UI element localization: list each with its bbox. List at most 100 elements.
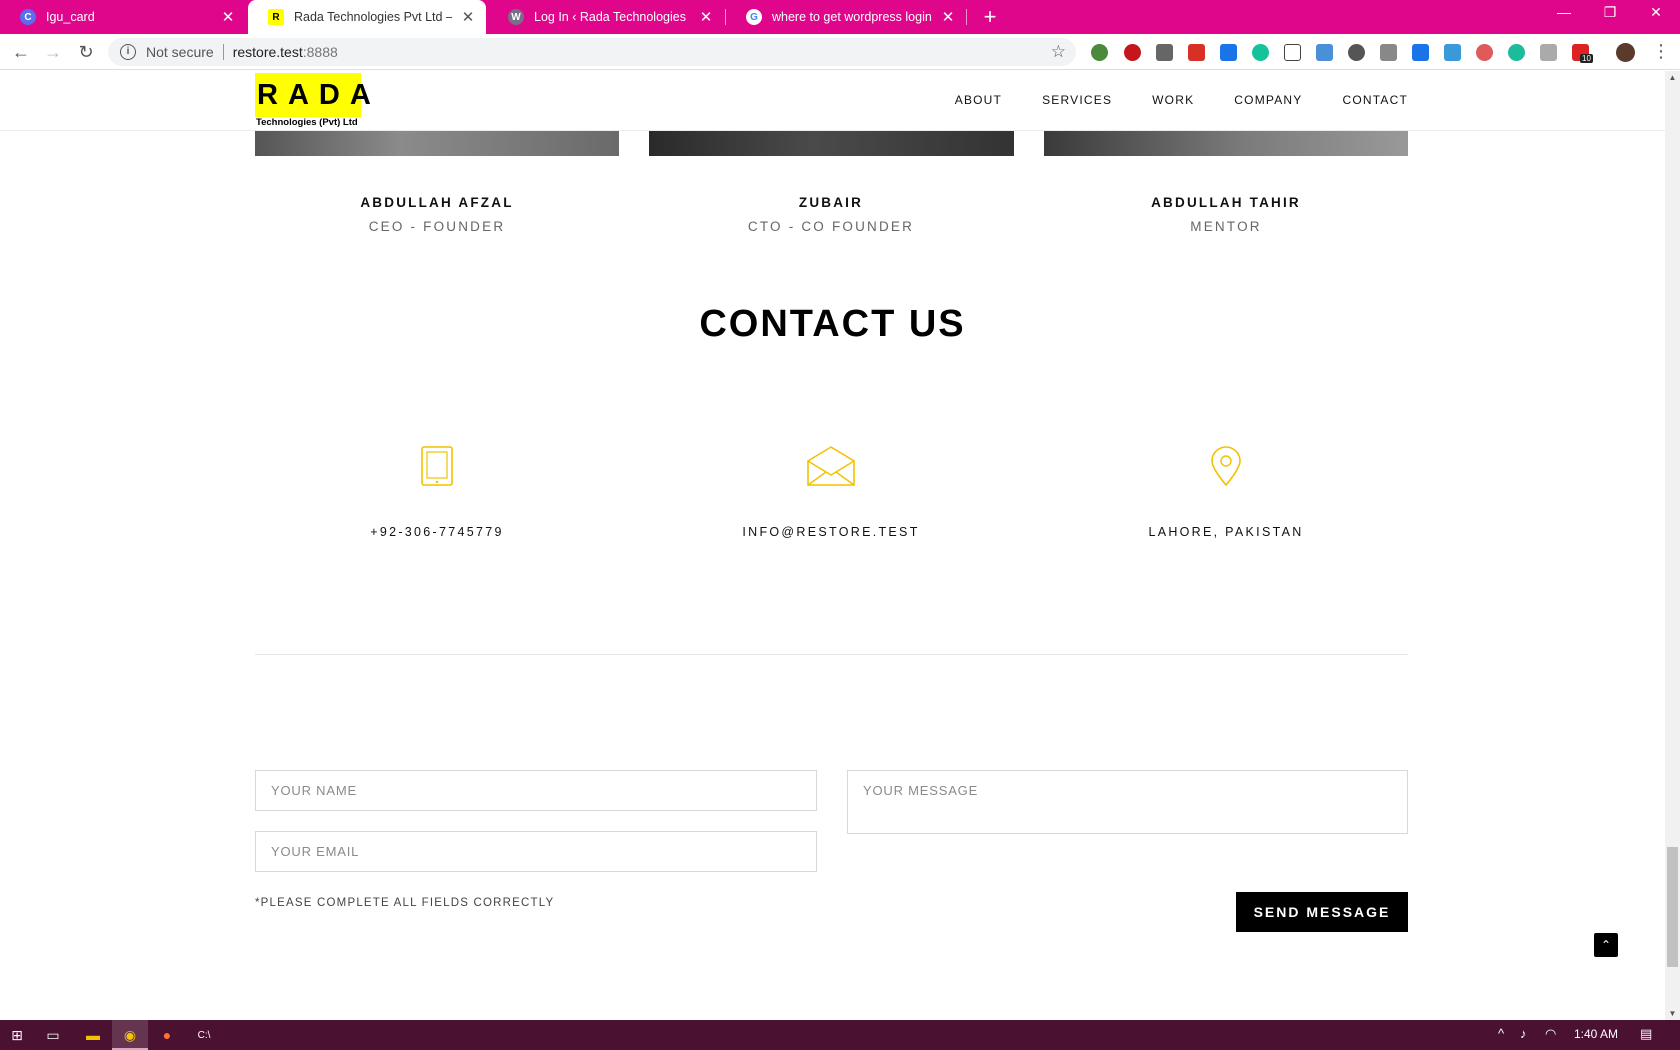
extension-badge-icon[interactable]	[1476, 44, 1493, 61]
map-pin-icon	[1044, 445, 1408, 487]
team-member: ABDULLAH TAHIR MENTOR	[1044, 195, 1408, 234]
window-resizer-icon[interactable]	[1444, 44, 1461, 61]
adblock-icon[interactable]	[1124, 44, 1141, 61]
c-circle-icon: C	[20, 9, 36, 25]
email-field[interactable]	[255, 831, 817, 872]
extension-k-icon[interactable]	[1540, 44, 1557, 61]
chevron-up-icon: ⌃	[1600, 938, 1612, 952]
team-photo	[649, 131, 1014, 156]
reload-button[interactable]: ↻	[75, 41, 97, 63]
member-name: ZUBAIR	[798, 195, 864, 210]
window-close-button[interactable]: ✕	[1636, 4, 1676, 21]
close-icon[interactable]: ✕	[220, 8, 236, 26]
download-icon[interactable]	[1412, 44, 1429, 61]
extension-globe-icon[interactable]	[1091, 44, 1108, 61]
scrollbar-thumb[interactable]	[1667, 847, 1678, 967]
forward-button[interactable]: →	[42, 41, 64, 63]
contact-phone: +92-306-7745779	[255, 445, 619, 539]
extension-count-badge: 10	[1580, 54, 1593, 63]
windows-start-icon[interactable]: ⊞	[6, 1025, 28, 1045]
section-divider	[255, 654, 1408, 655]
close-icon[interactable]: ✕	[940, 8, 956, 26]
address-bar[interactable]: i Not secure restore.test:8888 ☆	[108, 38, 1076, 66]
firefox-icon[interactable]: ●	[156, 1025, 178, 1045]
browser-tab-active[interactable]: R Rada Technologies Pvt Ltd – Auto ✕	[248, 0, 486, 34]
task-view-icon[interactable]: ▭	[42, 1025, 64, 1045]
logo-mark: RADA	[255, 73, 371, 117]
back-to-top-button[interactable]: ⌃	[1594, 933, 1618, 957]
browser-tab[interactable]: C Igu_card ✕	[0, 0, 246, 34]
team-member: ABDULLAH AFZAL CEO - FOUNDER	[255, 195, 619, 234]
browser-tab-strip: C Igu_card ✕ R Rada Technologies Pvt Ltd…	[0, 0, 1680, 34]
taskbar: ⊞ ▭ ▬ ◉ ● C:\ ^ ♪ ◠ 1:40 AM ▤	[0, 1020, 1680, 1050]
extension-shield-icon[interactable]	[1156, 44, 1173, 61]
site-header: RADA Technologies (Pvt) Ltd ABOUT SERVIC…	[0, 71, 1665, 131]
new-tab-button[interactable]: +	[978, 4, 1002, 30]
menu-icon[interactable]: ⋮	[1652, 40, 1670, 62]
team-photo	[255, 131, 619, 156]
restore-button[interactable]: ❐	[1590, 4, 1630, 21]
browser-tab[interactable]: W Log In ‹ Rada Technologies Pvt Lt ✕	[488, 0, 724, 34]
envelope-icon	[649, 445, 1013, 487]
tab-title: where to get wordpress login pa	[772, 10, 932, 24]
extension-p-icon[interactable]	[1220, 44, 1237, 61]
notifications-icon[interactable]: ▤	[1640, 1026, 1652, 1042]
send-message-button[interactable]: SEND MESSAGE	[1236, 892, 1408, 932]
site-logo[interactable]: RADA Technologies (Pvt) Ltd	[255, 73, 371, 129]
wifi-icon[interactable]: ◠	[1545, 1026, 1556, 1042]
contact-location: LAHORE, PAKISTAN	[1044, 445, 1408, 539]
r-logo-icon: R	[268, 9, 284, 25]
avatar[interactable]	[1616, 43, 1635, 62]
tray-chevron-icon[interactable]: ^	[1498, 1026, 1504, 1041]
browser-toolbar: ← → ↻ i Not secure restore.test:8888 ☆ 1…	[0, 34, 1680, 70]
nav-about[interactable]: ABOUT	[955, 93, 1002, 107]
file-explorer-icon[interactable]: ▬	[82, 1025, 104, 1045]
font-finder-icon[interactable]	[1284, 44, 1301, 61]
close-icon[interactable]: ✕	[698, 8, 714, 26]
scroll-up-arrow[interactable]: ▲	[1665, 73, 1680, 82]
gmail-icon[interactable]	[1188, 44, 1205, 61]
section-title: CONTACT US	[699, 303, 966, 345]
taskbar-clock[interactable]: 1:40 AM	[1574, 1027, 1618, 1041]
page-viewport: RADA Technologies (Pvt) Ltd ABOUT SERVIC…	[0, 71, 1665, 1020]
member-role: MENTOR	[1190, 219, 1262, 234]
tab-title: Igu_card	[46, 10, 95, 24]
nav-services[interactable]: SERVICES	[1042, 93, 1112, 107]
member-name: ABDULLAH TAHIR	[1151, 195, 1301, 210]
url-host: restore.test	[232, 44, 303, 60]
phone-value: +92-306-7745779	[370, 525, 504, 539]
scroll-down-arrow[interactable]: ▼	[1665, 1009, 1680, 1018]
site-nav: ABOUT SERVICES WORK COMPANY CONTACT	[955, 93, 1408, 107]
wordpress-ext-icon[interactable]	[1348, 44, 1365, 61]
nav-company[interactable]: COMPANY	[1234, 93, 1302, 107]
back-button[interactable]: ←	[10, 41, 32, 63]
logo-subtitle: Technologies (Pvt) Ltd	[256, 117, 358, 128]
email-value: INFO@RESTORE.TEST	[742, 525, 920, 539]
security-label: Not secure	[146, 44, 214, 60]
bookmark-star-icon[interactable]: ☆	[1051, 42, 1066, 62]
contact-email: INFO@RESTORE.TEST	[649, 445, 1013, 539]
wordpress-icon: W	[508, 9, 524, 25]
name-field[interactable]	[255, 770, 817, 811]
minimize-button[interactable]: —	[1544, 4, 1584, 20]
google-icon: G	[746, 9, 762, 25]
url-port: :8888	[302, 44, 338, 60]
browser-tab[interactable]: G where to get wordpress login pa ✕	[726, 0, 966, 34]
page-scrollbar[interactable]: ▲ ▼	[1665, 71, 1680, 1020]
extension-cubes-icon[interactable]	[1316, 44, 1333, 61]
message-field[interactable]	[847, 770, 1408, 834]
chrome-icon[interactable]: ◉	[119, 1025, 141, 1045]
close-icon[interactable]: ✕	[460, 8, 476, 26]
terminal-icon[interactable]: C:\	[193, 1025, 215, 1045]
nav-work[interactable]: WORK	[1152, 93, 1194, 107]
tablet-icon	[255, 445, 619, 487]
eyedropper-icon[interactable]	[1380, 44, 1397, 61]
nav-contact[interactable]: CONTACT	[1342, 93, 1408, 107]
volume-icon[interactable]: ♪	[1520, 1026, 1527, 1041]
info-icon[interactable]: i	[120, 44, 136, 60]
extension-m-icon[interactable]	[1508, 44, 1525, 61]
form-hint: *PLEASE COMPLETE ALL FIELDS CORRECTLY	[255, 897, 555, 909]
tab-title: Log In ‹ Rada Technologies Pvt Lt	[534, 10, 690, 24]
grammarly-icon[interactable]	[1252, 44, 1269, 61]
tab-separator	[966, 9, 967, 25]
